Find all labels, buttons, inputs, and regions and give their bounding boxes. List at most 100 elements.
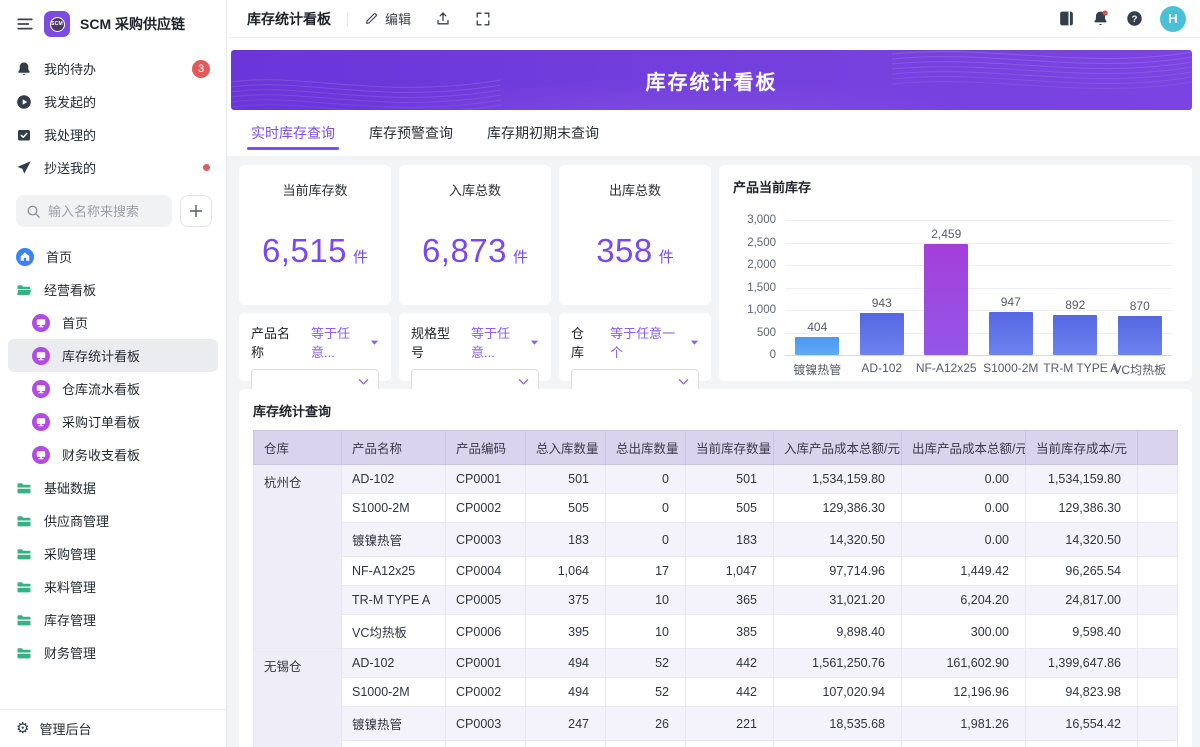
unread-dot — [203, 164, 210, 171]
table-cell: CP0005 — [446, 586, 526, 615]
table-cell: 0.00 — [902, 523, 1026, 557]
table-cell-empty — [1138, 649, 1178, 678]
sidebar-item-base-data[interactable]: 基础数据 — [8, 471, 218, 504]
notifications-bell-icon[interactable] — [1092, 10, 1109, 27]
banner-title: 库存统计看板 — [646, 66, 778, 95]
tab-0[interactable]: 实时库存查询 — [251, 110, 335, 156]
banner-wave-right-decoration — [892, 50, 1192, 100]
topbar: 库存统计看板 编辑 ? H — [227, 0, 1200, 38]
stat-value-row: 6,873 件 — [422, 232, 528, 270]
tab-2[interactable]: 库存期初期末查询 — [487, 110, 599, 156]
table-cell: 52 — [606, 649, 686, 678]
table-cell: S1000-2M — [342, 494, 446, 523]
table-cell-empty — [1138, 465, 1178, 494]
collapse-sidebar-icon[interactable] — [16, 15, 34, 33]
filter-operator[interactable]: 等于任意一个 — [610, 323, 699, 361]
bar-0[interactable] — [795, 337, 839, 355]
sidebar-item-inventory-stats-dashboard[interactable]: 库存统计看板 — [8, 339, 218, 372]
bar-slot: 870 — [1108, 299, 1172, 355]
stat-unit: 件 — [513, 246, 528, 267]
home-icon — [16, 248, 34, 266]
send-icon — [16, 160, 32, 176]
quick-item-my-initiated[interactable]: 我发起的 — [0, 85, 226, 118]
table-cell: 0 — [606, 465, 686, 494]
sidebar-item-label: 仓库流水看板 — [62, 379, 140, 398]
fullscreen-icon[interactable] — [475, 11, 491, 27]
sidebar-item-dashboard-home[interactable]: 首页 — [8, 306, 218, 339]
sidebar-item-incoming-material-mgmt[interactable]: 来料管理 — [8, 570, 218, 603]
table-cell: CP0003 — [446, 523, 526, 557]
handbook-icon[interactable] — [1058, 10, 1075, 27]
table-cell: 10 — [606, 615, 686, 649]
tab-1[interactable]: 库存预警查询 — [369, 110, 453, 156]
dashboard-grid: 当前库存数6,515件入库总数6,873件出库总数358件 产品当前库存 050… — [239, 165, 1192, 381]
y-axis-tick-label: 3,000 — [747, 214, 776, 226]
app-window: SCM SCM 采购供应链 我的待办3我发起的我处理的抄送我的 首页经营看板首页… — [0, 0, 1200, 747]
svg-text:?: ? — [1132, 14, 1138, 25]
bar-2[interactable] — [924, 244, 968, 355]
quick-item-my-processed[interactable]: 我处理的 — [0, 118, 226, 151]
chart-card: 产品当前库存 05001,0001,5002,0002,5003,0004049… — [719, 165, 1192, 381]
sidebar-item-supplier-mgmt[interactable]: 供应商管理 — [8, 504, 218, 537]
bar-chart-x-axis-labels: 镀镍热管AD-102NF-A12x25S1000-2MTR-M TYPE AVC… — [785, 361, 1172, 378]
search-input[interactable] — [48, 204, 162, 219]
bar-chart-plot: 05001,0001,5002,0002,5003,0004049432,459… — [785, 220, 1172, 355]
filter-operator[interactable]: 等于任意... — [311, 323, 379, 361]
column-header-empty — [1138, 431, 1178, 465]
user-avatar[interactable]: H — [1160, 6, 1186, 32]
sidebar-item-home[interactable]: 首页 — [8, 240, 218, 273]
bar-slot: 892 — [1043, 298, 1107, 355]
sidebar-item-business-dashboards[interactable]: 经营看板 — [8, 273, 218, 306]
table-cell: 1,561,250.76 — [774, 649, 902, 678]
sidebar-item-label: 经营看板 — [44, 280, 96, 299]
y-axis-tick-label: 500 — [757, 327, 776, 339]
sidebar-item-warehouse-flow-dashboard[interactable]: 仓库流水看板 — [8, 372, 218, 405]
add-button[interactable] — [180, 195, 212, 227]
table-cell: AD-102 — [342, 465, 446, 494]
quick-item-my-todo[interactable]: 我的待办3 — [0, 52, 226, 85]
quick-item-label: 我发起的 — [44, 92, 96, 111]
column-header: 出库产品成本总额/元 — [902, 431, 1026, 465]
edit-button[interactable]: 编辑 — [364, 9, 411, 28]
table-cell-empty — [1138, 557, 1178, 586]
table-cell: 134,134.23 — [774, 741, 902, 747]
gear-icon: ⚙ — [16, 721, 29, 736]
stat-unit: 件 — [659, 246, 674, 267]
sidebar-item-purchase-order-dashboard[interactable]: 采购订单看板 — [8, 405, 218, 438]
column-header: 总出库数量 — [606, 431, 686, 465]
sidebar-item-inventory-mgmt[interactable]: 库存管理 — [8, 603, 218, 636]
y-axis-tick-label: 2,000 — [747, 259, 776, 271]
admin-backend-item[interactable]: ⚙ 管理后台 — [0, 709, 226, 747]
table-cell: 6,204.20 — [902, 586, 1026, 615]
stat-value: 6,873 — [422, 232, 507, 270]
table-cell: VC均热板 — [342, 615, 446, 649]
bar-1[interactable] — [860, 313, 904, 355]
chevron-down-icon — [358, 378, 369, 386]
table-cell: 505 — [526, 494, 606, 523]
stat-value: 6,515 — [262, 232, 347, 270]
help-icon[interactable]: ? — [1126, 10, 1143, 27]
table-cell: 0 — [606, 494, 686, 523]
stat-card-2: 出库总数358件 — [559, 165, 711, 305]
folder-icon — [16, 480, 32, 496]
table-cell-empty — [1138, 615, 1178, 649]
sidebar-item-finance-income-expense-dashboard[interactable]: 财务收支看板 — [8, 438, 218, 471]
table-cell: 17 — [606, 557, 686, 586]
caret-down-icon — [370, 339, 379, 346]
filter-operator[interactable]: 等于任意... — [471, 323, 539, 361]
filter-head: 产品名称等于任意... — [251, 323, 379, 361]
table-cell: 9,598.40 — [1026, 615, 1138, 649]
sidebar-item-finance-mgmt[interactable]: 财务管理 — [8, 636, 218, 669]
search-box[interactable] — [16, 195, 172, 227]
x-axis-category-label: 镀镍热管 — [785, 361, 849, 378]
share-icon[interactable] — [435, 11, 451, 27]
sidebar-item-purchase-mgmt[interactable]: 采购管理 — [8, 537, 218, 570]
bar-3[interactable] — [989, 312, 1033, 355]
quick-item-cc-to-me[interactable]: 抄送我的 — [0, 151, 226, 184]
table-cell: 1,534,159.80 — [1026, 465, 1138, 494]
table-cell: CP0004 — [446, 741, 526, 747]
bar-4[interactable] — [1053, 315, 1097, 355]
main-area: 库存统计看板 编辑 ? H — [227, 0, 1200, 747]
bar-value-label: 892 — [1065, 298, 1085, 312]
bar-5[interactable] — [1118, 316, 1162, 355]
